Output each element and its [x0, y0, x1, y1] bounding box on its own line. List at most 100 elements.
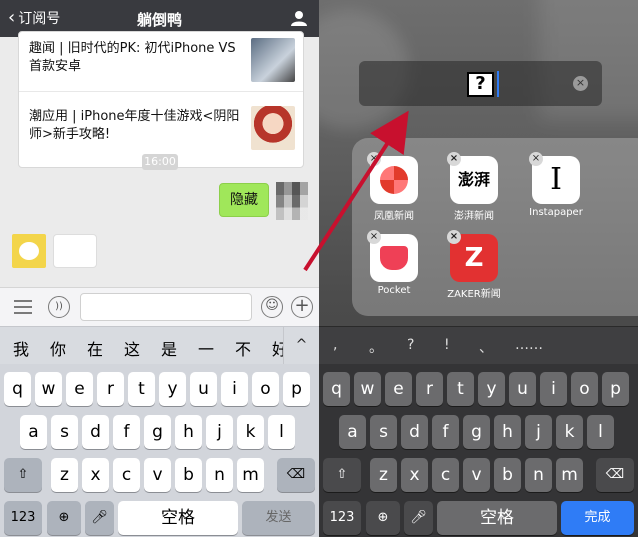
- numbers-key[interactable]: 123: [323, 501, 361, 535]
- punct-key[interactable]: !: [444, 337, 450, 353]
- emoji-icon[interactable]: ☺: [261, 296, 283, 318]
- message-input[interactable]: [80, 293, 252, 321]
- done-button[interactable]: 完成: [561, 501, 634, 535]
- app-ifeng-news[interactable]: × 凤凰新闻: [364, 152, 424, 222]
- numbers-key[interactable]: 123: [4, 501, 42, 535]
- key-c[interactable]: c: [432, 458, 459, 492]
- key-t[interactable]: t: [128, 372, 155, 406]
- shift-icon[interactable]: ⇧: [323, 458, 361, 492]
- candidate[interactable]: 一: [198, 336, 214, 360]
- candidate[interactable]: 我: [13, 336, 29, 360]
- sent-message-bubble[interactable]: 隐藏: [219, 183, 269, 217]
- key-f[interactable]: f: [113, 415, 140, 449]
- key-u[interactable]: u: [509, 372, 536, 406]
- key-o[interactable]: o: [252, 372, 279, 406]
- key-w[interactable]: w: [35, 372, 62, 406]
- key-q[interactable]: q: [4, 372, 31, 406]
- backspace-icon[interactable]: ⌫: [596, 458, 634, 492]
- key-a[interactable]: a: [339, 415, 366, 449]
- key-j[interactable]: j: [206, 415, 233, 449]
- key-e[interactable]: e: [385, 372, 412, 406]
- key-y[interactable]: y: [478, 372, 505, 406]
- key-v[interactable]: v: [463, 458, 490, 492]
- punct-key[interactable]: 。: [369, 337, 383, 357]
- globe-icon[interactable]: ⊕: [47, 501, 81, 535]
- key-t[interactable]: t: [447, 372, 474, 406]
- key-s[interactable]: s: [51, 415, 78, 449]
- key-f[interactable]: f: [432, 415, 459, 449]
- key-v[interactable]: v: [144, 458, 171, 492]
- app-zaker[interactable]: × Z ZAKER新闻: [444, 230, 504, 300]
- key-y[interactable]: y: [159, 372, 186, 406]
- globe-icon[interactable]: ⊕: [366, 501, 400, 535]
- key-u[interactable]: u: [190, 372, 217, 406]
- key-n[interactable]: n: [525, 458, 552, 492]
- key-g[interactable]: g: [144, 415, 171, 449]
- key-q[interactable]: q: [323, 372, 350, 406]
- delete-badge-icon[interactable]: ×: [367, 152, 381, 166]
- delete-badge-icon[interactable]: ×: [447, 230, 461, 244]
- delete-badge-icon[interactable]: ×: [529, 152, 543, 166]
- candidate[interactable]: 是: [161, 336, 177, 360]
- backspace-icon[interactable]: ⌫: [277, 458, 315, 492]
- key-k[interactable]: k: [237, 415, 264, 449]
- key-w[interactable]: w: [354, 372, 381, 406]
- app-thepaper[interactable]: × 澎湃 澎湃新闻: [444, 152, 504, 222]
- microphone-icon[interactable]: 🎤︎: [404, 501, 433, 535]
- key-x[interactable]: x: [401, 458, 428, 492]
- send-button[interactable]: 发送: [242, 501, 315, 535]
- key-p[interactable]: p: [283, 372, 310, 406]
- delete-badge-icon[interactable]: ×: [447, 152, 461, 166]
- punct-key[interactable]: 、: [479, 337, 493, 357]
- received-message-bubble[interactable]: [53, 234, 97, 268]
- space-key[interactable]: 空格: [437, 501, 557, 535]
- candidate[interactable]: 这: [124, 336, 140, 360]
- key-b[interactable]: b: [175, 458, 202, 492]
- voice-icon[interactable]: )): [48, 296, 70, 318]
- key-d[interactable]: d: [401, 415, 428, 449]
- key-p[interactable]: p: [602, 372, 629, 406]
- clear-icon[interactable]: ×: [573, 76, 588, 91]
- candidate[interactable]: 在: [87, 336, 103, 360]
- delete-badge-icon[interactable]: ×: [367, 230, 381, 244]
- key-r[interactable]: r: [97, 372, 124, 406]
- key-o[interactable]: o: [571, 372, 598, 406]
- key-i[interactable]: i: [540, 372, 567, 406]
- key-n[interactable]: n: [206, 458, 233, 492]
- key-z[interactable]: z: [370, 458, 397, 492]
- key-i[interactable]: i: [221, 372, 248, 406]
- key-g[interactable]: g: [463, 415, 490, 449]
- sender-avatar[interactable]: [12, 234, 46, 268]
- app-instapaper[interactable]: × I Instapaper: [526, 152, 586, 218]
- punct-key[interactable]: ……: [515, 337, 543, 353]
- punct-key[interactable]: ?: [407, 337, 414, 353]
- key-h[interactable]: h: [175, 415, 202, 449]
- chevron-up-icon[interactable]: ^: [283, 327, 319, 365]
- key-b[interactable]: b: [494, 458, 521, 492]
- key-a[interactable]: a: [20, 415, 47, 449]
- candidate[interactable]: 不: [235, 336, 251, 360]
- plus-icon[interactable]: +: [291, 296, 313, 318]
- key-e[interactable]: e: [66, 372, 93, 406]
- key-k[interactable]: k: [556, 415, 583, 449]
- key-s[interactable]: s: [370, 415, 397, 449]
- menu-icon[interactable]: [12, 296, 34, 318]
- key-r[interactable]: r: [416, 372, 443, 406]
- profile-icon[interactable]: [291, 10, 307, 26]
- punct-key[interactable]: ,: [333, 337, 337, 353]
- key-m[interactable]: m: [237, 458, 264, 492]
- search-input[interactable]: ? ×: [359, 61, 602, 106]
- key-c[interactable]: c: [113, 458, 140, 492]
- key-m[interactable]: m: [556, 458, 583, 492]
- article-card[interactable]: 趣闻 | 旧时代的PK: 初代iPhone VS 首款安卓 潮应用 | iPho…: [18, 31, 304, 168]
- article-item[interactable]: 趣闻 | 旧时代的PK: 初代iPhone VS 首款安卓: [19, 32, 303, 92]
- key-h[interactable]: h: [494, 415, 521, 449]
- key-l[interactable]: l: [587, 415, 614, 449]
- key-x[interactable]: x: [82, 458, 109, 492]
- my-avatar[interactable]: [276, 182, 308, 220]
- microphone-icon[interactable]: 🎤︎: [85, 501, 114, 535]
- key-l[interactable]: l: [268, 415, 295, 449]
- candidate[interactable]: 你: [50, 336, 66, 360]
- key-d[interactable]: d: [82, 415, 109, 449]
- space-key[interactable]: 空格: [118, 501, 238, 535]
